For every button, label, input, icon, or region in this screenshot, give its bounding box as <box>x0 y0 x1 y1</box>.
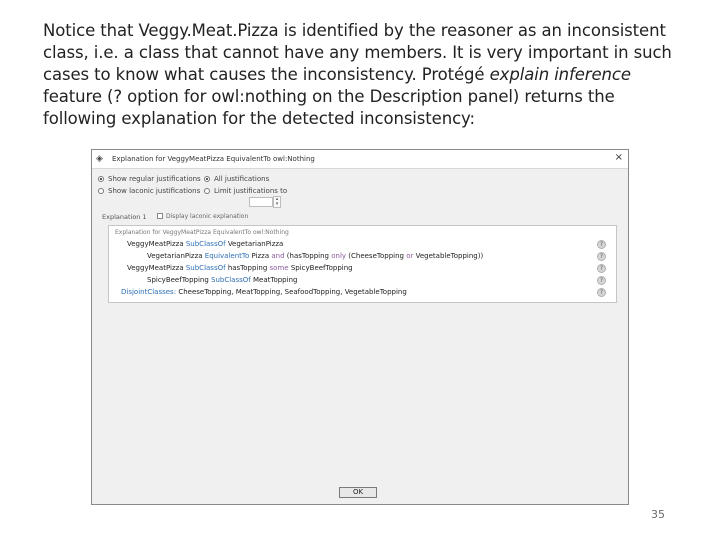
slide-line: feature (? option for owl:nothing on the… <box>43 87 615 106</box>
radio-icon[interactable] <box>98 188 104 194</box>
explanation-header: Explanation for VeggyMeatPizza Equivalen… <box>115 229 289 236</box>
help-icon[interactable]: ? <box>597 252 606 261</box>
explain-inference-emphasis: explain inference <box>489 65 631 84</box>
slide-line: class, i.e. a class that cannot have any… <box>43 43 672 62</box>
slide-line: cases to know what causes the inconsiste… <box>43 65 631 84</box>
radio-selected-icon[interactable] <box>204 176 210 182</box>
slide-body-text: Notice that Veggy.Meat.Pizza is identifi… <box>43 20 683 130</box>
axiom-row: VeggyMeatPizza SubClassOf hasTopping som… <box>127 264 353 272</box>
close-icon[interactable]: × <box>615 152 623 163</box>
help-icon[interactable]: ? <box>597 288 606 297</box>
explanation-panel: Explanation for VeggyMeatPizza Equivalen… <box>108 225 617 303</box>
axiom-row: DisjointClasses: CheeseTopping, MeatTopp… <box>121 288 407 296</box>
display-laconic-label: Display laconic explanation <box>166 213 249 220</box>
slide-line: following explanation for the detected i… <box>43 109 475 128</box>
show-laconic-radio[interactable]: Show laconic justifications <box>98 187 200 195</box>
help-icon[interactable]: ? <box>597 264 606 273</box>
display-laconic-checkbox[interactable] <box>157 213 163 219</box>
axiom-row: VeggyMeatPizza SubClassOf VegetarianPizz… <box>127 240 284 248</box>
limit-justifications-input[interactable] <box>249 197 273 207</box>
help-icon[interactable]: ? <box>597 276 606 285</box>
explanation-label: Explanation 1 <box>102 213 147 221</box>
all-justifications-radio[interactable]: All justifications <box>204 175 269 183</box>
radio-icon[interactable] <box>204 188 210 194</box>
limit-spinner[interactable]: ▴ ▾ <box>273 196 281 208</box>
axiom-row: SpicyBeefTopping SubClassOf MeatTopping <box>147 276 298 284</box>
page-number: 35 <box>651 508 665 521</box>
radio-selected-icon[interactable] <box>98 176 104 182</box>
explanation-dialog: ◈ Explanation for VeggyMeatPizza Equival… <box>91 149 629 505</box>
show-regular-radio[interactable]: Show regular justifications <box>98 175 201 183</box>
protege-app-icon: ◈ <box>96 154 103 164</box>
dialog-title: Explanation for VeggyMeatPizza Equivalen… <box>112 155 315 163</box>
dialog-titlebar: ◈ Explanation for VeggyMeatPizza Equival… <box>92 150 628 169</box>
limit-justifications-radio[interactable]: Limit justifications to <box>204 187 287 195</box>
help-icon[interactable]: ? <box>597 240 606 249</box>
ok-button[interactable]: OK <box>339 487 377 498</box>
slide-line: Notice that Veggy.Meat.Pizza is identifi… <box>43 21 666 40</box>
axiom-row: VegetarianPizza EquivalentTo Pizza and (… <box>147 252 484 260</box>
